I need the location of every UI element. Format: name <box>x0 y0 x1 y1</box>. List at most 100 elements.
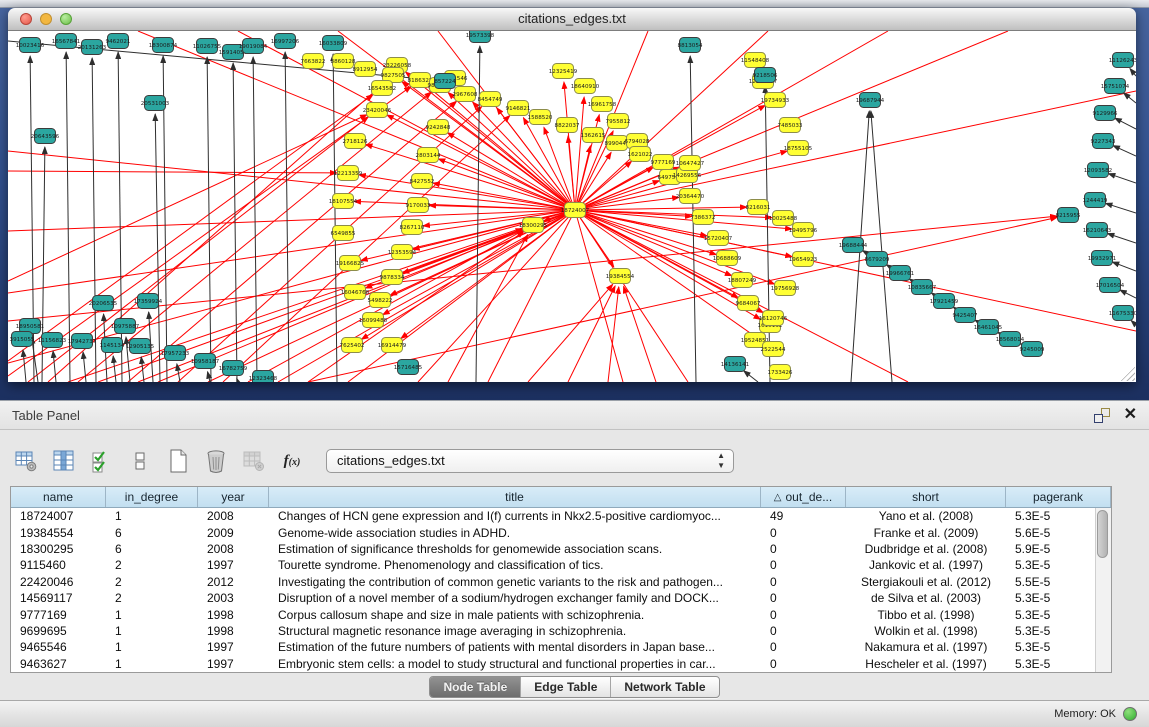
table-cell[interactable]: 2 <box>106 591 198 605</box>
table-cell[interactable]: 1998 <box>198 608 269 622</box>
table-cell[interactable]: 1 <box>106 509 198 523</box>
graph-node[interactable]: 2522544 <box>761 342 786 357</box>
graph-edge[interactable] <box>575 91 1136 210</box>
delete-row-trash-icon[interactable] <box>204 448 228 474</box>
table-cell[interactable]: Disruption of a novel member of a sodium… <box>269 591 761 605</box>
graph-edge[interactable] <box>418 210 575 382</box>
table-cell[interactable]: Franke et al. (2009) <box>846 526 1006 540</box>
graph-node[interactable]: 9878334 <box>380 270 405 285</box>
table-cell[interactable]: 1 <box>106 657 198 671</box>
table-settings-icon[interactable] <box>14 448 38 474</box>
graph-node[interactable]: 7663822 <box>301 54 326 69</box>
table-cell[interactable]: Structural magnetic resonance image aver… <box>269 624 761 638</box>
graph-edge[interactable] <box>871 111 892 382</box>
graph-node[interactable]: 16033809 <box>319 36 348 51</box>
graph-edge[interactable] <box>1112 262 1136 271</box>
graph-node[interactable]: 9146821 <box>506 101 531 116</box>
graph-node[interactable]: 5498222 <box>368 293 393 308</box>
table-cell[interactable]: Estimation of significance thresholds fo… <box>269 542 761 556</box>
table-cell[interactable]: 5.3E-5 <box>1006 640 1096 654</box>
network-canvas[interactable]: 1872400776638228860128891295423226058982… <box>8 31 1136 382</box>
graph-node[interactable]: 20643596 <box>31 129 60 144</box>
graph-edge[interactable] <box>92 58 96 382</box>
table-cell[interactable]: Embryonic stem cells: a model to study s… <box>269 657 761 671</box>
table-cell[interactable]: 5.5E-5 <box>1006 575 1096 589</box>
table-cell[interactable]: 1997 <box>198 558 269 572</box>
graph-node[interactable]: 15720407 <box>704 231 733 246</box>
graph-node[interactable]: 9462021 <box>106 34 131 49</box>
table-cell[interactable]: 2 <box>106 575 198 589</box>
new-file-icon[interactable] <box>166 448 190 474</box>
table-cell[interactable]: 0 <box>761 558 846 572</box>
table-cell[interactable]: 5.9E-5 <box>1006 542 1096 556</box>
graph-node[interactable]: 3915055 <box>10 332 35 347</box>
graph-edge[interactable] <box>387 115 575 210</box>
function-builder-icon[interactable]: f(x) <box>280 448 304 474</box>
graph-edge[interactable] <box>624 286 656 382</box>
graph-node[interactable]: 19654923 <box>789 252 818 267</box>
graph-node[interactable]: 1621022 <box>628 147 653 162</box>
table-cell[interactable]: 0 <box>761 657 846 671</box>
graph-node[interactable]: 18568014 <box>996 332 1025 347</box>
table-cell[interactable]: 2012 <box>198 575 269 589</box>
table-row[interactable]: 1830029562008Estimation of significance … <box>11 541 1096 557</box>
network-window[interactable]: citations_edges.txt 18724007766382288601… <box>8 8 1136 382</box>
graph-edge[interactable] <box>8 210 575 231</box>
graph-node[interactable]: 16567841 <box>52 34 81 49</box>
graph-node[interactable]: 8215955 <box>1056 208 1081 223</box>
graph-edge[interactable] <box>575 181 660 210</box>
graph-node[interactable]: 8427552 <box>410 174 435 189</box>
graph-edge[interactable] <box>1130 69 1136 76</box>
table-cell[interactable]: 5.3E-5 <box>1006 608 1096 622</box>
table-cell[interactable]: 0 <box>761 542 846 556</box>
graph-node[interactable]: 8822037 <box>555 118 580 133</box>
graph-node[interactable]: 12323468 <box>249 371 278 383</box>
graph-node[interactable]: 10958187 <box>191 354 220 369</box>
graph-node[interactable]: 19966761 <box>886 266 915 281</box>
graph-edge[interactable] <box>253 57 257 382</box>
graph-node[interactable]: 19932971 <box>1088 251 1117 266</box>
table-cell[interactable]: Nakamura et al. (1997) <box>846 640 1006 654</box>
graph-node[interactable]: 16782759 <box>219 361 248 376</box>
table-cell[interactable]: 2009 <box>198 526 269 540</box>
graph-node[interactable]: 19687944 <box>856 93 885 108</box>
table-cell[interactable]: 9777169 <box>11 608 106 622</box>
graph-edge[interactable] <box>333 54 337 382</box>
graph-node[interactable]: 12093582 <box>1084 163 1112 178</box>
graph-node[interactable]: 18755105 <box>784 141 813 156</box>
graph-node[interactable]: 20206535 <box>89 296 118 311</box>
graph-node[interactable]: 11548408 <box>741 53 770 68</box>
graph-node[interactable]: 16543582 <box>368 81 396 96</box>
graph-node[interactable]: 19573398 <box>466 31 495 43</box>
network-window-titlebar[interactable]: citations_edges.txt <box>8 8 1136 31</box>
graph-edge[interactable] <box>568 286 615 382</box>
graph-node[interactable]: 8813054 <box>678 38 703 53</box>
graph-node[interactable]: 16961758 <box>588 97 617 112</box>
table-cell[interactable]: 2008 <box>198 542 269 556</box>
table-cell[interactable]: 18300295 <box>11 542 106 556</box>
graph-edge[interactable] <box>207 57 211 382</box>
table-cell[interactable]: 2003 <box>198 591 269 605</box>
graph-node[interactable]: 16461045 <box>974 320 1003 335</box>
graph-node[interactable]: 23420046 <box>363 103 392 118</box>
vertical-scrollbar[interactable] <box>1095 508 1111 672</box>
graph-edge[interactable] <box>1120 290 1136 298</box>
table-cell[interactable]: 1997 <box>198 640 269 654</box>
graph-node[interactable]: 7625402 <box>340 338 365 353</box>
graph-node[interactable]: 17016504 <box>1096 278 1125 293</box>
graph-node[interactable]: 8912954 <box>353 62 378 77</box>
table-cell[interactable]: 9463627 <box>11 657 106 671</box>
graph-node[interactable]: 19688444 <box>839 238 868 253</box>
graph-node[interactable]: 15716485 <box>394 360 423 375</box>
graph-edge[interactable] <box>23 350 26 382</box>
graph-node[interactable]: 20531003 <box>141 96 170 111</box>
graph-node[interactable]: 16914479 <box>378 338 407 353</box>
table-row[interactable]: 946554611997Estimation of the future num… <box>11 639 1096 655</box>
graph-node[interactable]: 6549855 <box>331 226 356 241</box>
graph-edge[interactable] <box>1115 118 1136 129</box>
graph-edge[interactable] <box>285 52 289 382</box>
table-cell[interactable]: Dudbridge et al. (2008) <box>846 542 1006 556</box>
table-cell[interactable]: 0 <box>761 608 846 622</box>
graph-edge[interactable] <box>438 159 575 210</box>
table-cell[interactable]: 0 <box>761 591 846 605</box>
